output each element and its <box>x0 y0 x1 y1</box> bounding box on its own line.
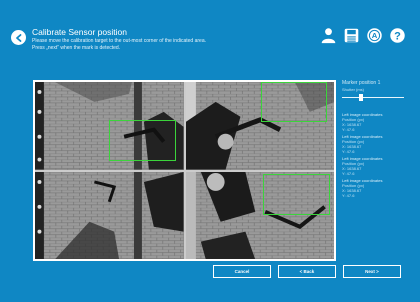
next-button[interactable]: Next > <box>343 265 401 278</box>
autofocus-letter: A <box>371 31 377 40</box>
autofocus-icon[interactable]: A <box>365 26 383 44</box>
coordinate-group: Left image coordinates Position (px) X: … <box>342 112 404 134</box>
camera-view-bottom-right <box>185 171 334 259</box>
help-icon[interactable]: ? <box>388 26 406 44</box>
shutter-label: Shutter (ms) <box>342 87 365 92</box>
camera-grid <box>35 82 334 259</box>
slider-thumb[interactable] <box>358 94 363 101</box>
back-arrow-button[interactable] <box>11 30 26 45</box>
coordinate-group: Left image coordinates Position (px) X: … <box>342 178 404 200</box>
cancel-button[interactable]: Cancel <box>213 265 271 278</box>
back-button[interactable]: < Back <box>278 265 336 278</box>
instruction-line: Please move the calibration target to th… <box>32 38 206 44</box>
coordinate-group: Left image coordinates Position (px) X: … <box>342 156 404 178</box>
slider-track <box>342 97 404 98</box>
help-letter: ? <box>394 30 401 42</box>
arrow-left-icon <box>15 33 21 42</box>
coordinate-group: Left image coordinates Position (px) X: … <box>342 134 404 156</box>
calibration-marker <box>109 119 177 161</box>
calibration-marker <box>261 82 327 123</box>
page-title: Calibrate Sensor position <box>32 27 127 37</box>
coordinate-y: Y: 47.6 <box>342 127 355 132</box>
camera-image <box>35 171 184 259</box>
action-buttons: Cancel < Back Next > <box>213 265 401 278</box>
camera-view-top-right <box>185 82 334 170</box>
coordinate-y: Y: 47.6 <box>342 171 355 176</box>
instructions: Please move the calibration target to th… <box>32 38 206 52</box>
marker-position-label: Marker position 1 <box>342 80 381 86</box>
camera-view-bottom-left <box>35 171 184 259</box>
side-panel: Marker position 1 Shutter (ms) Left imag… <box>342 80 404 200</box>
camera-view-top-left <box>35 82 184 170</box>
coordinate-y: Y: 47.6 <box>342 193 355 198</box>
calibration-marker <box>262 174 330 216</box>
coordinates-list: Left image coordinates Position (px) X: … <box>342 112 404 200</box>
instruction-line: Press „next“ when the mark is detected. <box>32 45 121 51</box>
shutter-slider[interactable] <box>342 94 404 101</box>
toolbar: A ? <box>319 26 406 44</box>
save-icon[interactable] <box>342 26 360 44</box>
user-icon[interactable] <box>319 26 337 44</box>
coordinate-y: Y: 47.6 <box>342 149 355 154</box>
camera-workspace <box>33 80 336 261</box>
